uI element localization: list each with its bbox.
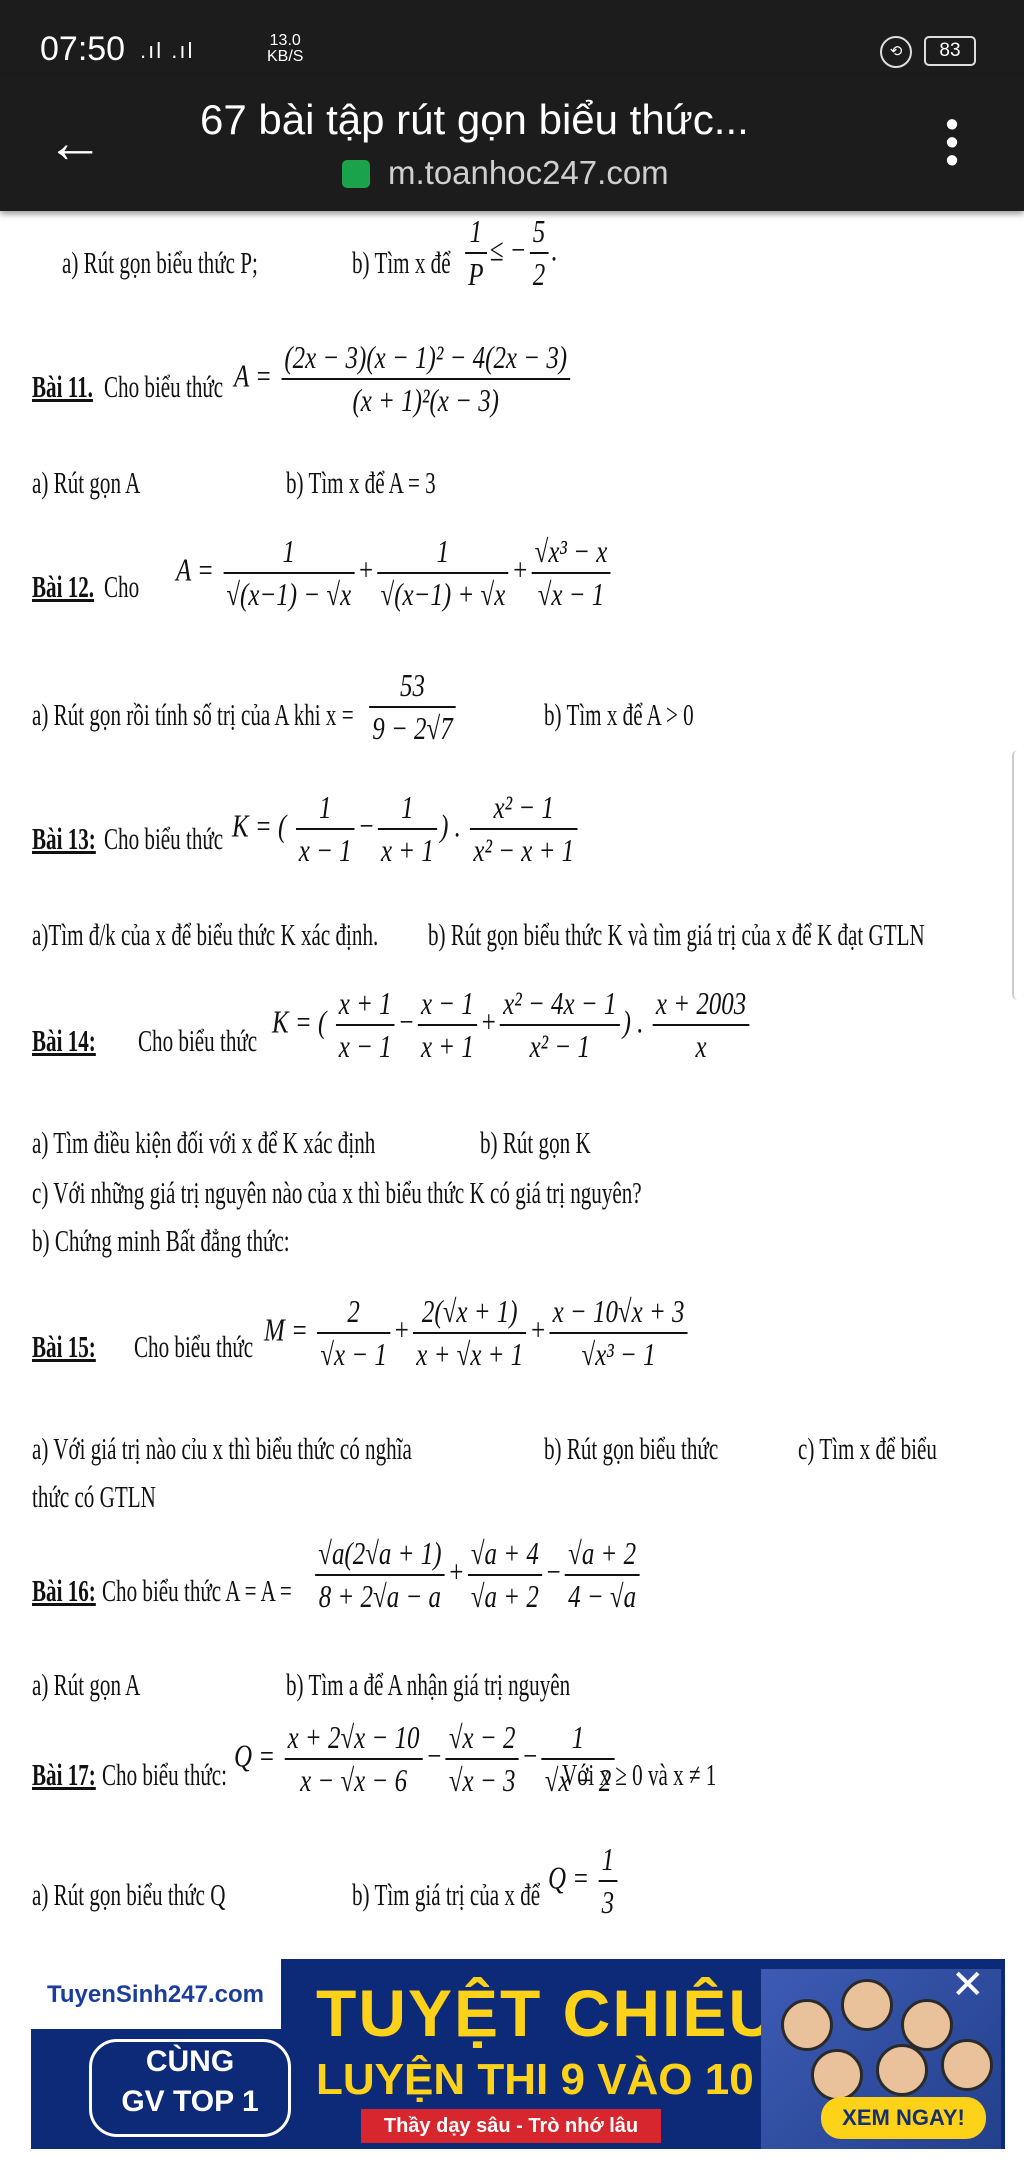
ad-logo-text: TuyenSinh247.com: [47, 1981, 264, 2008]
exercise-heading: Bài 13:: [32, 821, 96, 856]
ad-badge: CÙNG GV TOP 1: [89, 2039, 291, 2137]
exercise-text: a) Rút gọn rồi tính số trị của A khi x =: [32, 697, 354, 732]
scroll-handle[interactable]: [1012, 750, 1024, 1000]
teacher-photo: [841, 1979, 893, 2031]
teacher-photo: [811, 2049, 863, 2101]
exercise-text: Cho biểu thức A = A =: [102, 1573, 292, 1608]
rotation-lock-icon: ⟲: [880, 36, 912, 68]
exercise-heading: Bài 17:: [32, 1757, 96, 1792]
teacher-photo: [901, 1999, 953, 2051]
back-arrow-icon[interactable]: ←: [46, 114, 104, 172]
math-formula: Q = x + 2√x − 10 x − √x − 6− √x − 2 √x − 3−…: [234, 1719, 618, 1799]
math-formula: √a(2√a + 1) 8 + 2√a − a + √a + 4 √a + 2− √a +…: [312, 1535, 642, 1615]
ad-subheadline: LUYỆN THI 9 VÀO 10: [316, 2055, 754, 2104]
exercise-text: a) Rút gọn biểu thức Q: [32, 1877, 226, 1912]
more-menu-icon[interactable]: • • •: [944, 106, 960, 180]
advertisement-banner[interactable]: TuyenSinh247.com CÙNG GV TOP 1 TUYỆT CHIÊ…: [28, 1956, 1008, 2152]
math-formula: M = 2 √x − 1 +2(√x + 1) x + √x + 1 + x − 10√x…: [264, 1293, 691, 1373]
formula-numerator: 53: [369, 667, 456, 708]
close-icon[interactable]: ✕: [951, 1965, 985, 2005]
math-formula: K = ( x + 1x − 1− x − 1x + 1 + x² − 4x − 1x…: [272, 985, 752, 1065]
exercise-text: b) Tìm a để A nhận giá trị nguyên: [286, 1667, 571, 1702]
math-formula: A = 1 √(x−1) − √x +1 √(x−1) + √x + √x³ − x √x …: [176, 533, 614, 613]
formula-denominator: (x + 1)²(x − 3): [352, 382, 499, 418]
exercise-text: Cho biểu thức: [104, 821, 224, 856]
exercise-text: Cho biểu thức: [138, 1023, 258, 1058]
signal-icon: .ıl .ıl: [140, 38, 195, 63]
exercise-text: a) Rút gọn A: [32, 465, 141, 500]
formula-numerator: (2x − 3)(x − 1)² − 4(2x − 3): [281, 339, 571, 380]
status-bar: 07:50 .ıl .ıl 13.0 KB/S ⟲ 83: [0, 0, 1024, 76]
exercise-text: thức có GTLN: [32, 1479, 156, 1514]
status-time: 07:50: [40, 30, 126, 68]
exercise-heading: Bài 11.: [32, 369, 93, 404]
speed-unit: KB/S: [267, 48, 304, 65]
teacher-photo: [781, 1999, 833, 2051]
ad-badge-line2: GV TOP 1: [121, 2085, 259, 2118]
teacher-photo: [941, 2039, 993, 2091]
exercise-text: c) Tìm x để biểu: [798, 1431, 937, 1466]
math-formula: 53 9 − 2√7: [366, 667, 459, 747]
exercise-text: b) Tìm x để: [352, 245, 451, 280]
exercise-text: Cho: [104, 569, 140, 604]
exercise-text: a) Tìm điều kiện đối với x để K xác định: [32, 1125, 376, 1160]
secure-lock-icon: [342, 160, 370, 188]
exercise-text: Cho biểu thức: [134, 1329, 254, 1364]
article-content: a) Rút gọn biểu thức P; b) Tìm x để 1 P ≤ …: [0, 211, 1024, 1956]
url-text[interactable]: m.toanhoc247.com: [388, 154, 669, 192]
exercise-text: b) Tìm giá trị của x để: [352, 1877, 541, 1912]
exercise-text: b) Tìm x để A > 0: [544, 697, 694, 732]
ad-headline: TUYỆT CHIÊU: [316, 1976, 779, 2050]
exercise-text: b) Rút gọn biểu thức K và tìm giá trị củ…: [428, 917, 925, 952]
exercise-text: c) Với những giá trị nguyên nào của x th…: [32, 1175, 642, 1210]
exercise-text: b) Rút gọn K: [480, 1125, 591, 1160]
math-formula: Q = 13: [548, 1841, 620, 1921]
exercise-text: b) Rút gọn biểu thức: [544, 1431, 719, 1466]
exercise-text: a) Với giá trị nào cỉu x thì biểu thức c…: [32, 1431, 412, 1466]
exercise-text: Cho biểu thức: [104, 369, 224, 404]
exercise-heading: Bài 15:: [32, 1329, 96, 1364]
ad-cta-button[interactable]: XEM NGAY!: [821, 2097, 986, 2139]
battery-icon: 83: [924, 36, 976, 66]
ad-badge-line1: CÙNG: [145, 2045, 235, 2078]
exercise-text: b) Chứng minh Bất đẳng thức:: [32, 1223, 290, 1258]
speed-value: 13.0: [269, 32, 301, 49]
math-formula: A = (2x − 3)(x − 1)² − 4(2x − 3) (x + 1)²…: [234, 339, 573, 419]
teacher-photo: [876, 2044, 928, 2096]
exercise-heading: Bài 14:: [32, 1023, 96, 1058]
math-formula: 1 P ≤ −5 2.: [462, 213, 558, 293]
exercise-text: Cho biểu thức:: [102, 1757, 228, 1792]
page-title: 67 bài tập rút gọn biểu thức...: [200, 96, 749, 143]
ad-slogan: Thầy dạy sâu - Trò nhớ lâu: [361, 2109, 661, 2143]
exercise-text: a) Rút gọn A: [32, 1667, 141, 1702]
network-speed: 13.0 KB/S: [267, 33, 303, 65]
exercise-text: b) Tìm x để A = 3: [286, 465, 436, 500]
browser-toolbar: ← 67 bài tập rút gọn biểu thức... m.toan…: [0, 76, 1024, 211]
exercise-heading: Bài 16:: [32, 1573, 96, 1608]
exercise-heading: Bài 12.: [32, 569, 95, 604]
exercise-text: a)Tìm đ/k của x để biểu thức K xác định.: [32, 917, 379, 952]
formula-denominator: 9 − 2√7: [372, 710, 453, 746]
math-formula: K = ( 1x − 1−1 x + 1) . x² − 1 x² − x + 1: [232, 789, 580, 869]
exercise-text: a) Rút gọn biểu thức P;: [62, 245, 258, 280]
ad-logo: TuyenSinh247.com: [31, 1959, 281, 2029]
exercise-text: Với x ≥ 0 và x ≠ 1: [562, 1757, 717, 1792]
